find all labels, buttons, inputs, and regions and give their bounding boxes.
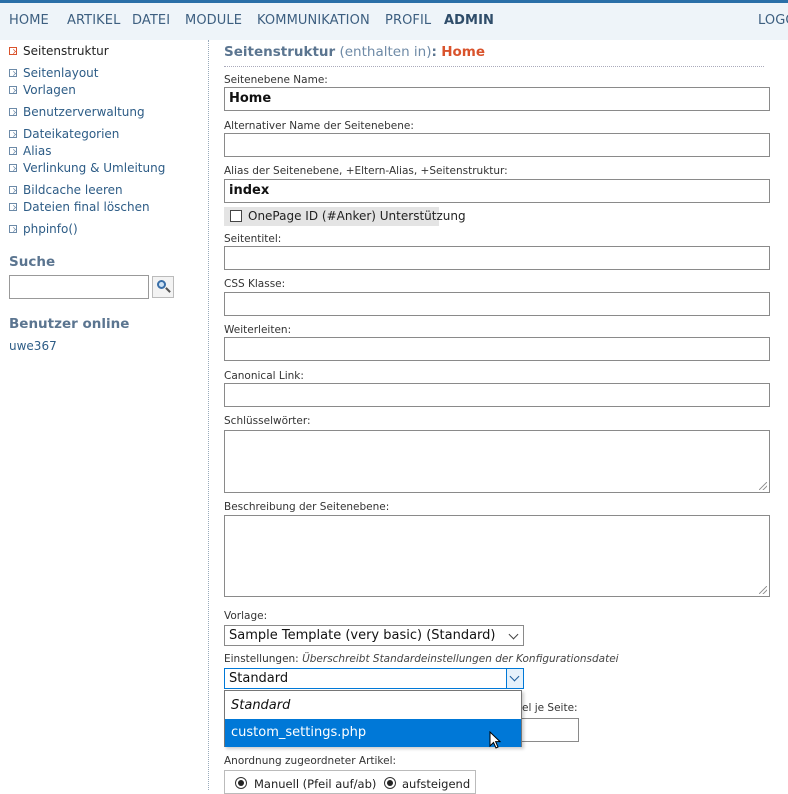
sidebar-item-benutzerverwaltung[interactable]: Benutzerverwaltung [9,105,145,119]
sidebar-item-dateien-loeschen[interactable]: Dateien final löschen [9,200,150,214]
sidebar-item-dateikategorien[interactable]: Dateikategorien [9,127,119,141]
title-page-name: Home [441,44,486,60]
bullet-icon [9,224,17,233]
nav-profil[interactable]: PROFIL [385,13,431,28]
page-title: Seitenstruktur (enthalten in): Home [224,44,485,60]
onepage-label: OnePage ID (#Anker) Unterstützung [248,209,466,223]
bullet-icon [9,185,17,194]
bullet-icon [9,68,17,77]
online-user-link[interactable]: uwe367 [9,339,57,353]
dropdown-option-custom[interactable]: custom_settings.php [225,719,521,747]
settings-label: Einstellungen: [224,653,299,665]
radio-manual-label: Manuell (Pfeil auf/ab) [254,777,377,791]
sidebar-divider [208,40,209,790]
sidebar-item-label: Seitenstruktur [23,44,109,58]
nav-artikel[interactable]: ARTIKEL [67,13,120,28]
css-label: CSS Klasse: [224,278,286,290]
sidebar-item-verlinkung[interactable]: Verlinkung & Umleitung [9,161,165,175]
bullet-icon [9,202,17,211]
nav-home[interactable]: HOME [9,13,49,28]
description-label: Beschreibung der Seitenebene: [224,501,390,513]
seitentitel-label: Seitentitel: [224,233,282,245]
sidebar-item-label: Bildcache leeren [23,183,123,197]
search-input[interactable] [9,275,149,299]
chevron-down-icon [509,671,520,682]
sidebar-item-label: Benutzerverwaltung [23,105,145,119]
name-field[interactable]: Home [224,87,770,111]
radio-ascending-label: aufsteigend [402,777,471,791]
template-label: Vorlage: [224,610,268,622]
nav-kommunikation[interactable]: KOMMUNIKATION [257,13,370,28]
radio-manual[interactable] [235,777,247,789]
sidebar-item-label: Dateien final löschen [23,200,150,214]
settings-selected: Standard [229,671,289,686]
nav-datei[interactable]: DATEI [132,13,170,28]
online-heading: Benutzer online [9,316,130,332]
title-colon: : [431,44,437,60]
bullet-icon [9,129,17,138]
keywords-textarea[interactable] [224,430,770,493]
sidebar-item-seitenstruktur[interactable]: Seitenstruktur [9,44,109,58]
sidebar-item-label: Dateikategorien [23,127,120,141]
settings-hint: Überschreibt Standardeinstellungen der K… [302,653,619,665]
nav-admin[interactable]: ADMIN [444,13,494,28]
redirect-label: Weiterleiten: [224,324,292,336]
onepage-checkbox[interactable] [230,210,242,222]
search-button[interactable] [152,276,174,298]
settings-dropdown-list: Standard custom_settings.php [224,690,522,747]
sidebar-item-label: phpinfo() [23,222,78,236]
sidebar-item-alias[interactable]: Alias [9,144,51,158]
redirect-field[interactable] [224,337,770,361]
sidebar-item-label: Verlinkung & Umleitung [23,161,166,175]
onepage-checkbox-row[interactable]: OnePage ID (#Anker) Unterstützung [224,207,466,226]
per-page-field[interactable] [520,718,579,742]
bullet-icon [9,46,17,55]
nav-module[interactable]: MODULE [185,13,242,28]
canonical-field[interactable] [224,383,770,407]
sidebar-item-phpinfo[interactable]: phpinfo() [9,222,78,236]
title-context: (enthalten in) [339,44,432,60]
top-navigation: HOME ARTIKEL DATEI MODULE KOMMUNIKATION … [0,0,788,40]
alias-label: Alias der Seitenebene, +Eltern-Alias, +S… [224,165,508,177]
search-heading: Suche [9,254,56,270]
resize-grip-icon[interactable] [759,586,767,594]
radio-ascending[interactable] [384,777,396,789]
settings-label-row: Einstellungen: Überschreibt Standardeins… [224,653,619,665]
sidebar-item-label: Alias [23,144,52,158]
title-divider [224,66,764,67]
chevron-down-icon [508,629,519,640]
sidebar-item-label: Vorlagen [23,83,76,97]
template-selected: Sample Template (very basic) (Standard) [229,628,496,643]
seitentitel-field[interactable] [224,246,770,270]
name-label: Seitenebene Name: [224,74,328,86]
altname-label: Alternativer Name der Seitenebene: [224,120,414,132]
canonical-label: Canonical Link: [224,370,304,382]
bullet-icon [9,146,17,155]
alias-field[interactable]: index [224,179,770,203]
template-select[interactable]: Sample Template (very basic) (Standard) [224,625,524,646]
settings-select[interactable]: Standard [224,668,524,689]
resize-grip-icon[interactable] [759,482,767,490]
bullet-icon [9,163,17,172]
bullet-icon [9,107,17,116]
bullet-icon [9,85,17,94]
description-textarea[interactable] [224,515,770,597]
sidebar-item-seitenlayout[interactable]: Seitenlayout [9,66,98,80]
order-label: Anordnung zugeordneter Artikel: [224,755,397,767]
sidebar-item-vorlagen[interactable]: Vorlagen [9,83,76,97]
sidebar-item-label: Seitenlayout [23,66,99,80]
nav-logout[interactable]: LOGO [758,13,788,28]
order-radio-group: Manuell (Pfeil auf/ab) aufsteigend [224,770,476,794]
per-page-label: el je Seite: [522,702,578,714]
css-field[interactable] [224,292,770,316]
sidebar-item-bildcache[interactable]: Bildcache leeren [9,183,123,197]
altname-field[interactable] [224,133,770,157]
keywords-label: Schlüsselwörter: [224,415,311,427]
mouse-cursor-icon [489,731,502,749]
dropdown-option-standard[interactable]: Standard [225,692,521,720]
title-section: Seitenstruktur [224,44,336,60]
